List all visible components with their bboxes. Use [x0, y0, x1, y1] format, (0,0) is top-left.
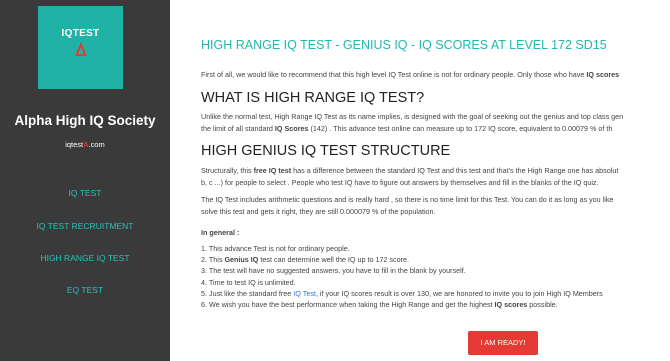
in-general-label: In general : [201, 228, 240, 237]
intro-paragraph: First of all, we would like to recommend… [201, 70, 619, 79]
iq-test-link[interactable]: IQ Test [293, 289, 316, 298]
nav-iq-test[interactable]: IQ TEST [0, 188, 170, 198]
struct-line-1: Structurally, this free IQ test has a di… [201, 166, 618, 175]
what-line-2: the limit of all standard IQ Scores (142… [201, 124, 612, 133]
i-am-ready-button[interactable]: I AM READY! [468, 331, 538, 355]
what-2-post: (142) . This advance test online can mea… [308, 124, 613, 133]
heading-structure: HIGH GENIUS IQ TEST STRUCTURE [201, 143, 451, 159]
site-domain: iqtestA.com [0, 140, 170, 149]
nav-eq-test[interactable]: EQ TEST [0, 285, 170, 295]
nav-high-range-iq-test[interactable]: HIGH RANGE IQ TEST [0, 253, 170, 263]
list-2-pre: 2. This [201, 255, 225, 264]
page-title: HIGH RANGE IQ TEST - GENIUS IQ - IQ SCOR… [201, 38, 607, 52]
struct-1-post: has a difference between the standard IQ… [291, 166, 619, 175]
site-logo[interactable]: IQTEST [38, 6, 123, 89]
nav-iq-test-recruitment[interactable]: IQ TEST RECRUITMENT [0, 221, 170, 231]
site-name: Alpha High IQ Society [14, 113, 156, 128]
list-2-bold: Genius IQ [224, 255, 259, 264]
struct-line-3: The IQ Test includes arithmetic question… [201, 195, 614, 204]
domain-suffix: .com [88, 140, 105, 149]
intro-bold: IQ scores [586, 70, 620, 79]
intro-text: First of all, we would like to recommend… [201, 70, 587, 79]
list-item-4: 4. Time to test IQ is unlimited. [201, 278, 296, 287]
sidebar: IQTEST Alpha High IQ Society iqtestA.com… [0, 0, 170, 361]
main-content: HIGH RANGE IQ TEST - GENIUS IQ - IQ SCOR… [201, 0, 670, 361]
logo-mark-icon [75, 42, 87, 56]
list-item-5: 5. Just like the standard free IQ Test, … [201, 289, 603, 298]
struct-1-bold: free IQ test [253, 166, 292, 175]
struct-line-2: b, c ...) for people to select . People … [201, 178, 599, 187]
list-2-post: test can determine well the IQ up to 172… [258, 255, 410, 264]
list-item-6: 6. We wish you have the best performance… [201, 300, 558, 309]
list-item-1: 1. This advance Test is not for ordinary… [201, 244, 350, 253]
list-5-pre: 5. Just like the standard free [201, 289, 294, 298]
list-6-post: possible. [527, 300, 558, 309]
heading-what-is: WHAT IS HIGH RANGE IQ TEST? [201, 90, 425, 106]
list-6-bold: IQ scores [494, 300, 528, 309]
struct-line-4: solve this test and gets it right, they … [201, 207, 436, 216]
what-2-bold: IQ Scores [274, 124, 309, 133]
list-6-pre: 6. We wish you have the best performance… [201, 300, 495, 309]
what-2-pre: the limit of all standard [201, 124, 275, 133]
domain-prefix: iqtest [65, 140, 84, 149]
list-item-2: 2. This Genius IQ test can determine wel… [201, 255, 409, 264]
struct-1-pre: Structurally, this [201, 166, 254, 175]
list-item-3: 3. The test will have no suggested answe… [201, 266, 466, 275]
list-5-post: , if your IQ scores result is over 130, … [315, 289, 603, 298]
what-line-1: Unlike the normal test, High Range IQ Te… [201, 112, 624, 121]
logo-text: IQTEST [61, 28, 100, 39]
